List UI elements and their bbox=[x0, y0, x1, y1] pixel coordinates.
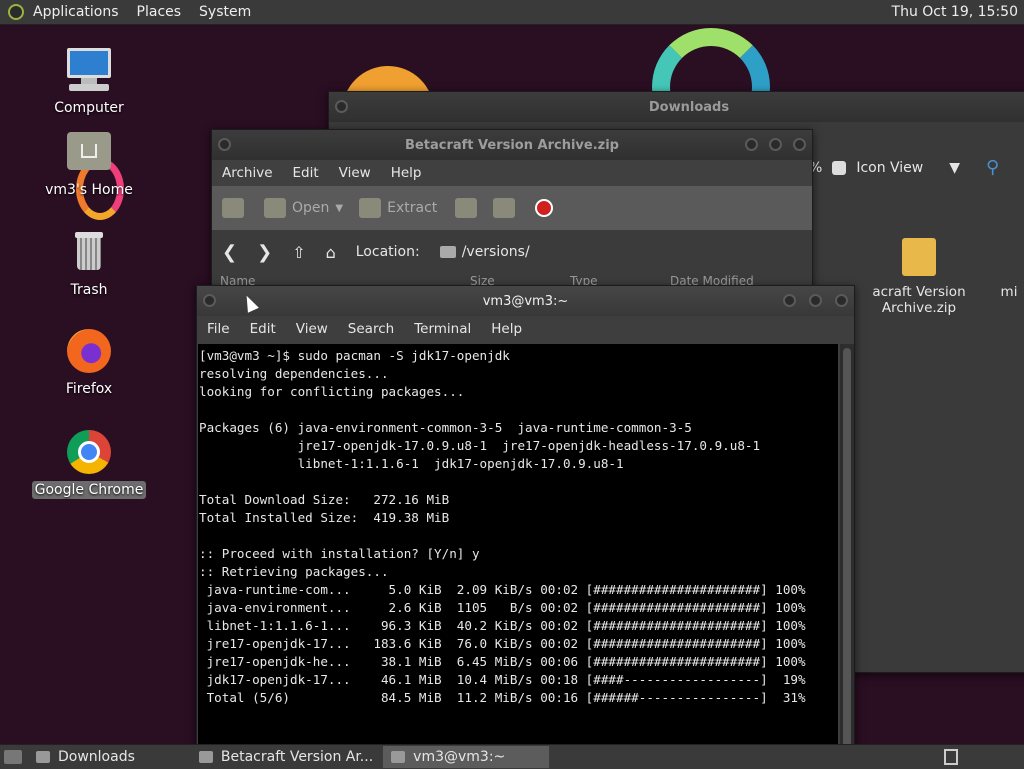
applications-menu[interactable]: Applications bbox=[24, 4, 128, 20]
show-desktop-icon[interactable] bbox=[4, 750, 22, 764]
archive-menubar: Archive Edit View Help bbox=[212, 160, 812, 186]
desktop-icon-computer[interactable]: Computer bbox=[29, 46, 149, 116]
taskbar-item-downloads[interactable]: Downloads bbox=[28, 746, 143, 768]
archive-titlebar[interactable]: Betacraft Version Archive.zip bbox=[212, 130, 812, 160]
top-panel: Applications Places System Thu Oct 19, 1… bbox=[0, 0, 1024, 25]
menu-terminal[interactable]: Terminal bbox=[404, 321, 481, 337]
taskbar-item-terminal[interactable]: vm3@vm3:~ bbox=[383, 746, 550, 768]
menu-help[interactable]: Help bbox=[381, 165, 432, 181]
up-icon[interactable]: ⇧ bbox=[292, 243, 305, 262]
desktop-icon-firefox[interactable]: Firefox bbox=[29, 327, 149, 397]
window-title: vm3@vm3:~ bbox=[482, 293, 569, 309]
menu-edit[interactable]: Edit bbox=[240, 321, 286, 337]
computer-icon bbox=[65, 46, 113, 94]
taskbar-item-label: Betacraft Version Ar... bbox=[220, 749, 374, 765]
downloads-toolbar: % Icon View ▼ ⚲ bbox=[809, 157, 999, 178]
location-bar: ❮ ❯ ⇧ ⌂ Location: /versions/ bbox=[212, 230, 812, 274]
desktop-icon-chrome[interactable]: Google Chrome bbox=[29, 428, 149, 499]
window-title: Betacraft Version Archive.zip bbox=[405, 137, 619, 153]
zip-archive-icon bbox=[902, 238, 936, 276]
terminal-titlebar[interactable]: vm3@vm3:~ bbox=[197, 286, 854, 316]
folder-icon bbox=[439, 246, 456, 258]
file-name: mi bbox=[1000, 284, 1018, 300]
desktop-icon-home[interactable]: vm3's Home bbox=[29, 128, 149, 198]
minimize-icon[interactable] bbox=[745, 138, 758, 151]
close-icon[interactable] bbox=[793, 138, 806, 151]
desktop-icon-label: Google Chrome bbox=[31, 481, 147, 499]
view-mode-icon bbox=[832, 160, 847, 175]
close-icon[interactable] bbox=[835, 294, 848, 307]
archive-icon bbox=[198, 751, 213, 763]
location-field[interactable]: /versions/ bbox=[439, 244, 530, 260]
scrollbar-thumb[interactable] bbox=[843, 348, 851, 748]
bottom-panel: Downloads Betacraft Version Ar... vm3@vm… bbox=[0, 744, 1024, 769]
trash-icon bbox=[65, 228, 113, 276]
chevron-down-icon[interactable]: ▼ bbox=[335, 203, 343, 214]
terminal-scrollbar[interactable] bbox=[840, 344, 854, 754]
archive-window[interactable]: Betacraft Version Archive.zip Archive Ed… bbox=[211, 129, 813, 301]
menu-view[interactable]: View bbox=[286, 321, 338, 337]
add-folder-icon[interactable] bbox=[493, 198, 516, 218]
minimize-icon[interactable] bbox=[783, 294, 796, 307]
places-menu[interactable]: Places bbox=[128, 4, 191, 20]
menu-search[interactable]: Search bbox=[338, 321, 404, 337]
chrome-icon bbox=[65, 428, 113, 476]
terminal-output-area[interactable]: [vm3@vm3 ~]$ sudo pacman -S jdk17-openjd… bbox=[198, 344, 838, 754]
desktop-icon-label: Computer bbox=[54, 100, 124, 116]
clock[interactable]: Thu Oct 19, 15:50 bbox=[892, 4, 1024, 20]
search-icon[interactable]: ⚲ bbox=[986, 157, 999, 178]
maximize-icon[interactable] bbox=[809, 294, 822, 307]
extract-button[interactable]: Extract bbox=[387, 200, 437, 216]
open-icon[interactable] bbox=[264, 198, 286, 218]
menu-view[interactable]: View bbox=[329, 165, 381, 181]
extract-icon[interactable] bbox=[359, 198, 382, 218]
distro-logo-icon[interactable] bbox=[8, 4, 24, 20]
file-name: acraft Version Archive.zip bbox=[872, 284, 966, 316]
add-files-icon[interactable] bbox=[455, 198, 478, 218]
window-title: Downloads bbox=[648, 99, 730, 115]
taskbar-item-label: Downloads bbox=[58, 749, 135, 765]
desktop-icon-label: vm3's Home bbox=[45, 182, 133, 198]
archive-toolbar: Open ▼ Extract bbox=[212, 186, 812, 230]
terminal-menubar: File Edit View Search Terminal Help bbox=[197, 316, 854, 342]
file-item[interactable]: mi bbox=[989, 238, 1024, 300]
desktop-icon-label: Firefox bbox=[65, 381, 113, 397]
taskbar-item-label: vm3@vm3:~ bbox=[413, 749, 506, 765]
desktop-icon-label: Trash bbox=[70, 282, 108, 298]
back-icon[interactable]: ❮ bbox=[222, 242, 237, 263]
desktop-icon-trash[interactable]: Trash bbox=[29, 228, 149, 298]
menu-file[interactable]: File bbox=[197, 321, 240, 337]
terminal-icon bbox=[391, 751, 406, 763]
stop-icon[interactable] bbox=[535, 199, 554, 217]
file-item[interactable]: acraft Version Archive.zip bbox=[849, 238, 989, 316]
home-folder-icon bbox=[65, 128, 113, 176]
workspace-switcher-icon[interactable] bbox=[944, 749, 958, 765]
menu-archive[interactable]: Archive bbox=[212, 165, 283, 181]
view-mode-select[interactable]: Icon View bbox=[856, 160, 923, 176]
forward-icon[interactable]: ❯ bbox=[257, 242, 272, 263]
menu-help[interactable]: Help bbox=[481, 321, 532, 337]
location-value: /versions/ bbox=[461, 244, 530, 260]
folder-icon bbox=[36, 751, 50, 763]
location-label: Location: bbox=[355, 244, 420, 260]
downloads-titlebar[interactable]: Downloads bbox=[329, 92, 1024, 122]
system-menu[interactable]: System bbox=[190, 4, 260, 20]
home-icon[interactable]: ⌂ bbox=[326, 243, 336, 262]
terminal-output: [vm3@vm3 ~]$ sudo pacman -S jdk17-openjd… bbox=[199, 348, 806, 705]
maximize-icon[interactable] bbox=[769, 138, 782, 151]
open-button[interactable]: Open bbox=[292, 200, 329, 216]
chevron-down-icon[interactable]: ▼ bbox=[949, 160, 960, 176]
firefox-icon bbox=[65, 327, 113, 375]
taskbar-item-archive[interactable]: Betacraft Version Ar... bbox=[191, 746, 381, 768]
menu-edit[interactable]: Edit bbox=[283, 165, 329, 181]
new-archive-icon[interactable] bbox=[222, 198, 244, 218]
terminal-window[interactable]: vm3@vm3:~ File Edit View Search Terminal… bbox=[196, 285, 855, 757]
